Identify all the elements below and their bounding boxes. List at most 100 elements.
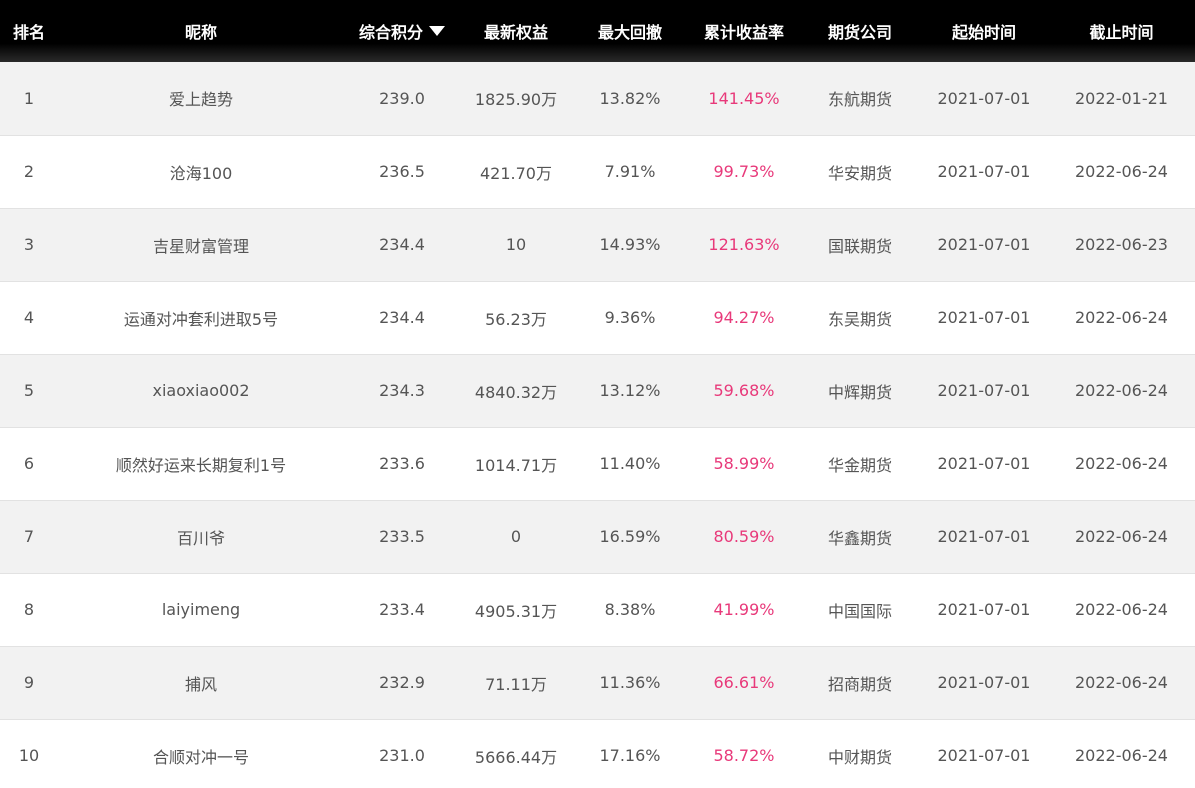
cell-end: 2022-01-21: [1075, 88, 1168, 108]
ranking-table-container: 排名 昵称 综合积分 最新权益 最大回撤 累计收益率 期货公司 起始时间 截止时…: [0, 0, 1195, 788]
table-header: 排名 昵称 综合积分 最新权益 最大回撤 累计收益率 期货公司 起始时间 截止时…: [0, 0, 1195, 62]
cell-equity: 5666.44万: [474, 747, 558, 767]
cell-drawdown: 14.93%: [599, 235, 661, 254]
cell-drawdown: 11.36%: [599, 673, 661, 692]
cell-equity: 4840.32万: [474, 382, 558, 402]
cell-drawdown: 9.36%: [604, 308, 656, 327]
header-score-label: 综合积分: [358, 23, 423, 42]
cell-equity: 10: [505, 235, 527, 254]
table-body: 1 爱上趋势 239.0 1825.90万 13.82% 141.45% 东航期…: [0, 62, 1195, 788]
cell-equity: 421.70万: [480, 163, 552, 183]
table-row[interactable]: 4 运通对冲套利进取5号 234.4 56.23万 9.36% 94.27% 东…: [0, 281, 1195, 354]
table-row[interactable]: 1 爱上趋势 239.0 1825.90万 13.82% 141.45% 东航期…: [0, 62, 1195, 135]
caret-down-icon[interactable]: [429, 26, 445, 36]
cell-start: 2021-07-01: [937, 88, 1031, 108]
header-nickname[interactable]: 昵称: [58, 0, 344, 62]
cell-nickname[interactable]: 顺然好运来长期复利1号: [58, 427, 344, 500]
cell-rank: 2: [23, 162, 35, 181]
cell-equity: 1014.71万: [474, 455, 558, 475]
cell-rank: 8: [23, 600, 35, 619]
table-row[interactable]: 10 合顺对冲一号 231.0 5666.44万 17.16% 58.72% 中…: [0, 719, 1195, 788]
cell-drawdown: 17.16%: [599, 746, 661, 765]
cell-company: 华金期货: [827, 455, 892, 475]
cell-score: 239.0: [379, 88, 425, 108]
cell-company: 中财期货: [827, 747, 892, 767]
cell-return: 94.27%: [713, 308, 775, 327]
cell-score: 233.5: [379, 527, 425, 546]
cell-company: 国联期货: [827, 236, 892, 256]
cell-company: 中辉期货: [827, 382, 892, 402]
cell-equity: 1825.90万: [474, 90, 558, 110]
cell-return: 58.72%: [713, 746, 775, 765]
cell-return: 99.73%: [713, 162, 775, 181]
table-row[interactable]: 9 捕风 232.9 71.11万 11.36% 66.61% 招商期货 202…: [0, 646, 1195, 719]
cell-return: 80.59%: [713, 527, 775, 546]
cell-start: 2021-07-01: [937, 308, 1031, 327]
table-row[interactable]: 7 百川爷 233.5 0 16.59% 80.59% 华鑫期货 2021-07…: [0, 500, 1195, 573]
cell-end: 2022-06-24: [1075, 162, 1168, 181]
cell-rank: 10: [18, 746, 40, 765]
cell-nickname[interactable]: 捕风: [58, 646, 344, 719]
cell-end: 2022-06-23: [1075, 235, 1168, 254]
cell-company: 招商期货: [827, 674, 892, 694]
cell-start: 2021-07-01: [937, 600, 1031, 619]
cell-nickname[interactable]: xiaoxiao002: [58, 354, 344, 427]
table-row[interactable]: 6 顺然好运来长期复利1号 233.6 1014.71万 11.40% 58.9…: [0, 427, 1195, 500]
cell-start: 2021-07-01: [937, 454, 1031, 473]
cell-rank: 6: [23, 454, 35, 473]
header-row: 排名 昵称 综合积分 最新权益 最大回撤 累计收益率 期货公司 起始时间 截止时…: [0, 0, 1195, 62]
cell-nickname[interactable]: 沧海100: [58, 135, 344, 208]
cell-end: 2022-06-24: [1075, 527, 1168, 546]
cell-company: 中国国际: [827, 601, 892, 621]
table-row[interactable]: 3 吉星财富管理 234.4 10 14.93% 121.63% 国联期货 20…: [0, 208, 1195, 281]
table-row[interactable]: 8 laiyimeng 233.4 4905.31万 8.38% 41.99% …: [0, 573, 1195, 646]
cell-company: 华鑫期货: [827, 528, 892, 548]
cell-start: 2021-07-01: [937, 746, 1031, 765]
cell-start: 2021-07-01: [937, 673, 1031, 692]
header-equity[interactable]: 最新权益: [460, 0, 572, 62]
ranking-table: 排名 昵称 综合积分 最新权益 最大回撤 累计收益率 期货公司 起始时间 截止时…: [0, 0, 1195, 788]
header-drawdown[interactable]: 最大回撤: [572, 0, 688, 62]
table-row[interactable]: 5 xiaoxiao002 234.3 4840.32万 13.12% 59.6…: [0, 354, 1195, 427]
cell-return: 58.99%: [713, 454, 775, 473]
cell-nickname[interactable]: 百川爷: [58, 500, 344, 573]
cell-nickname[interactable]: 运通对冲套利进取5号: [58, 281, 344, 354]
cell-equity: 4905.31万: [474, 601, 558, 621]
cell-rank: 7: [23, 527, 35, 546]
cell-end: 2022-06-24: [1075, 673, 1168, 692]
cell-equity: 56.23万: [485, 309, 547, 329]
cell-equity: 0: [510, 527, 522, 546]
cell-end: 2022-06-24: [1075, 308, 1168, 327]
cell-drawdown: 13.82%: [599, 88, 661, 108]
header-start[interactable]: 起始时间: [920, 0, 1048, 62]
cell-company: 东航期货: [827, 90, 892, 110]
cell-rank: 4: [23, 308, 35, 327]
cell-rank: 1: [23, 88, 35, 108]
cell-score: 234.3: [379, 381, 425, 400]
header-rank[interactable]: 排名: [0, 0, 58, 62]
cell-drawdown: 13.12%: [599, 381, 661, 400]
header-return[interactable]: 累计收益率: [688, 0, 800, 62]
cell-end: 2022-06-24: [1075, 381, 1168, 400]
cell-end: 2022-06-24: [1075, 600, 1168, 619]
cell-score: 233.4: [379, 600, 425, 619]
cell-return: 66.61%: [713, 673, 775, 692]
cell-nickname[interactable]: 吉星财富管理: [58, 208, 344, 281]
table-row[interactable]: 2 沧海100 236.5 421.70万 7.91% 99.73% 华安期货 …: [0, 135, 1195, 208]
cell-drawdown: 7.91%: [604, 162, 656, 181]
cell-nickname[interactable]: 合顺对冲一号: [58, 719, 344, 788]
cell-end: 2022-06-24: [1075, 454, 1168, 473]
cell-return: 41.99%: [713, 600, 775, 619]
header-score[interactable]: 综合积分: [344, 0, 460, 62]
cell-start: 2021-07-01: [937, 235, 1031, 254]
cell-rank: 9: [23, 673, 35, 692]
header-company[interactable]: 期货公司: [800, 0, 920, 62]
cell-end: 2022-06-24: [1075, 746, 1168, 765]
cell-nickname[interactable]: 爱上趋势: [58, 62, 344, 135]
header-end[interactable]: 截止时间: [1048, 0, 1195, 62]
cell-rank: 3: [23, 235, 35, 254]
cell-return: 141.45%: [708, 88, 780, 108]
cell-nickname[interactable]: laiyimeng: [58, 573, 344, 646]
cell-start: 2021-07-01: [937, 381, 1031, 400]
cell-company: 东吴期货: [827, 309, 892, 329]
